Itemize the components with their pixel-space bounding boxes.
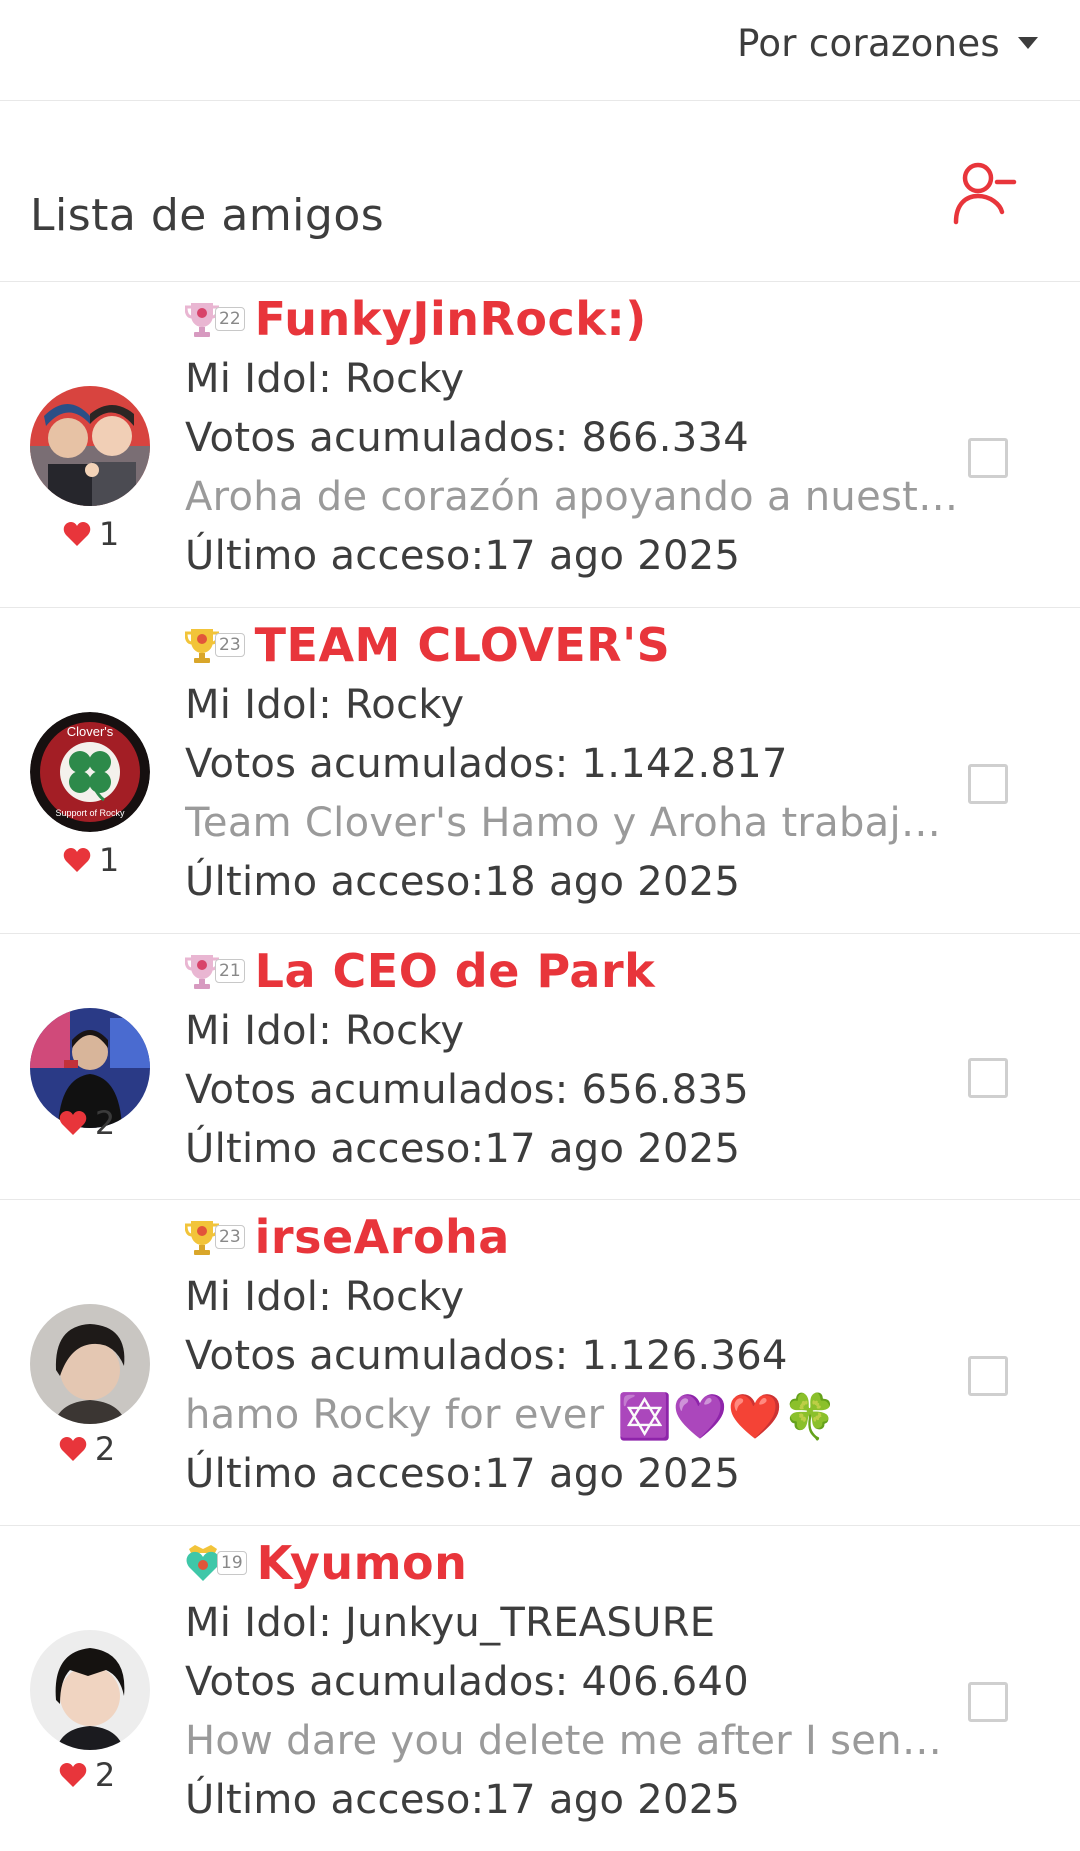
remove-user-icon: [953, 162, 1017, 225]
select-checkbox[interactable]: [968, 764, 1008, 804]
avatar[interactable]: [30, 386, 150, 506]
bio-emojis: ✡️💜❤️🍀: [617, 1391, 838, 1443]
avatar[interactable]: Clover's Support of Rocky: [30, 712, 150, 832]
votes-text: Votos acumulados: 406.640: [185, 1659, 750, 1705]
heart-count: 2: [22, 1430, 152, 1468]
heart-count-value: 1: [98, 841, 120, 879]
select-checkbox[interactable]: [968, 1058, 1008, 1098]
idol-text: Mi Idol: Rocky: [185, 682, 465, 728]
select-checkbox[interactable]: [968, 1356, 1008, 1396]
section-title: Lista de amigos: [30, 190, 385, 241]
friend-name[interactable]: Kyumon: [257, 1536, 468, 1590]
level-badge: 23: [185, 1217, 245, 1257]
last-access-text: Último acceso:17 ago 2025: [185, 1451, 741, 1497]
last-access-text: Último acceso:17 ago 2025: [185, 1777, 741, 1823]
level-badge: 22: [185, 299, 245, 339]
sort-label: Por corazones: [737, 21, 1000, 65]
heart-count: 1: [26, 841, 156, 879]
heart-crest-icon: [186, 1545, 220, 1581]
heart-count-value: 1: [98, 515, 120, 553]
bio-line: hamo Rocky for ever ✡️💜❤️🍀: [185, 1386, 960, 1445]
idol-text: Mi Idol: Rocky: [185, 1008, 465, 1054]
votes-text: Votos acumulados: 866.334: [185, 415, 750, 461]
friend-name[interactable]: FunkyJinRock:): [255, 292, 647, 346]
select-checkbox[interactable]: [968, 1682, 1008, 1722]
votes-text: Votos acumulados: 1.126.364: [185, 1333, 788, 1379]
level-number: 23: [215, 633, 245, 657]
level-number: 21: [215, 959, 245, 983]
idol-text: Mi Idol: Junkyu_TREASURE: [185, 1600, 716, 1646]
select-checkbox[interactable]: [968, 438, 1008, 478]
level-badge: 23: [185, 625, 245, 665]
top-bar: Por corazones: [0, 0, 1080, 101]
list-item[interactable]: 2 23 irseAroha Mi Idol: Rocky Votos acum…: [0, 1200, 1080, 1526]
friend-name[interactable]: TEAM CLOVER'S: [255, 618, 671, 672]
level-number: 23: [215, 1225, 245, 1249]
idol-text: Mi Idol: Rocky: [185, 1274, 465, 1320]
bio-text: Aroha de corazón apoyando a nuestro…: [185, 474, 960, 520]
level-badge: 19: [185, 1543, 247, 1583]
avatar[interactable]: [30, 1304, 150, 1424]
votes-text: Votos acumulados: 656.835: [185, 1067, 750, 1113]
avatar-text-top: Clover's: [67, 724, 114, 739]
heart-icon: [59, 1763, 87, 1787]
list-item[interactable]: 1 22 FunkyJinRock:) Mi Idol: Rocky Votos…: [0, 282, 1080, 608]
list-item[interactable]: 2 21 La CEO de Park Mi Idol: Rocky Votos…: [0, 934, 1080, 1200]
friend-name[interactable]: La CEO de Park: [255, 944, 656, 998]
remove-friend-button[interactable]: [952, 158, 1018, 228]
idol-text: Mi Idol: Rocky: [185, 356, 465, 402]
heart-count: 1: [26, 515, 156, 553]
sort-dropdown[interactable]: Por corazones: [737, 18, 1038, 68]
avatar[interactable]: [30, 1630, 150, 1750]
bio-text: Team Clover's Hamo y Aroha trabaja…: [185, 800, 960, 846]
trophy-icon: [185, 955, 219, 989]
heart-count: 2: [22, 1104, 152, 1142]
level-number: 19: [217, 1551, 247, 1575]
avatar-text-bottom: Support of Rocky: [55, 808, 125, 818]
trophy-icon: [185, 303, 219, 337]
heart-icon: [59, 1111, 87, 1135]
heart-icon: [63, 848, 91, 872]
chevron-down-icon: [1018, 37, 1038, 49]
friend-name[interactable]: irseAroha: [255, 1210, 510, 1264]
trophy-icon: [185, 1221, 219, 1255]
level-badge: 21: [185, 951, 245, 991]
list-item[interactable]: 2 19 Kyumon Mi Idol: Junkyu_TREASURE Vot…: [0, 1526, 1080, 1851]
heart-count: 2: [22, 1756, 152, 1794]
bio-text: How dare you delete me after I send …: [185, 1718, 960, 1764]
last-access-text: Último acceso:18 ago 2025: [185, 859, 741, 905]
heart-icon: [63, 522, 91, 546]
heart-count-value: 2: [94, 1756, 116, 1794]
heart-count-value: 2: [94, 1104, 116, 1142]
friend-list: 1 22 FunkyJinRock:) Mi Idol: Rocky Votos…: [0, 282, 1080, 1851]
level-number: 22: [215, 307, 245, 331]
last-access-text: Último acceso:17 ago 2025: [185, 1126, 741, 1172]
heart-icon: [59, 1437, 87, 1461]
last-access-text: Último acceso:17 ago 2025: [185, 533, 741, 579]
list-item[interactable]: Clover's Support of Rocky 1 23 TEAM CLOV…: [0, 608, 1080, 934]
trophy-icon: [185, 629, 219, 663]
heart-count-value: 2: [94, 1430, 116, 1468]
votes-text: Votos acumulados: 1.142.817: [185, 741, 788, 787]
bio-text: hamo Rocky for ever: [185, 1392, 605, 1438]
